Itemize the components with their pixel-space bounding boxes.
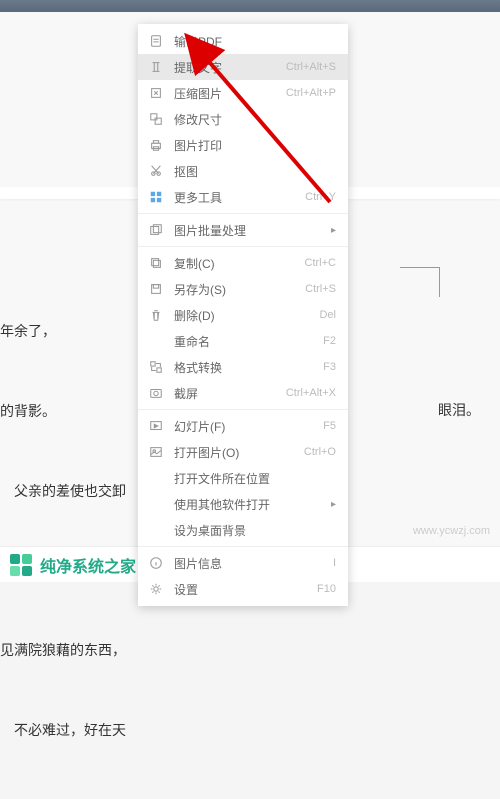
menu-item-label: 删除(D) bbox=[174, 307, 319, 324]
menu-divider bbox=[138, 409, 348, 410]
menu-item-17[interactable]: 幻灯片(F)F5 bbox=[138, 413, 348, 439]
menu-item-21[interactable]: 设为桌面背景 bbox=[138, 517, 348, 543]
menu-item-label: 压缩图片 bbox=[174, 85, 286, 102]
menu-item-label: 提取文字 bbox=[174, 59, 286, 76]
menu-item-label: 图片信息 bbox=[174, 555, 333, 572]
brand-name: 纯净系统之家 bbox=[40, 553, 136, 577]
open-icon bbox=[148, 444, 164, 460]
menu-item-0[interactable]: 输出PDF bbox=[138, 28, 348, 54]
copy-icon bbox=[148, 255, 164, 271]
compress-icon bbox=[148, 85, 164, 101]
menu-item-2[interactable]: 压缩图片Ctrl+Alt+P bbox=[138, 80, 348, 106]
menu-item-label: 打开文件所在位置 bbox=[174, 470, 336, 487]
menu-item-4[interactable]: 图片打印 bbox=[138, 132, 348, 158]
menu-item-label: 图片打印 bbox=[174, 137, 336, 154]
menu-divider bbox=[138, 546, 348, 547]
menu-item-13[interactable]: 重命名F2 bbox=[138, 328, 348, 354]
menu-item-11[interactable]: 另存为(S)Ctrl+S bbox=[138, 276, 348, 302]
menu-item-23[interactable]: 图片信息I bbox=[138, 550, 348, 576]
watermark: www.ycwzj.com bbox=[413, 525, 490, 537]
menu-item-label: 截屏 bbox=[174, 385, 286, 402]
screenshot-icon bbox=[148, 385, 164, 401]
submenu-arrow-icon: ▸ bbox=[331, 499, 336, 510]
menu-item-label: 打开图片(O) bbox=[174, 444, 304, 461]
menu-item-label: 更多工具 bbox=[174, 189, 305, 206]
menu-item-24[interactable]: 设置F10 bbox=[138, 576, 348, 602]
text-line: 见满院狼藉的东西， bbox=[0, 639, 126, 666]
menu-item-1[interactable]: 提取文字Ctrl+Alt+S bbox=[138, 54, 348, 80]
crop-mark bbox=[400, 267, 440, 297]
content-area: 年余了， 的背影。 父亲的差使也交卸 我从北京到徐州， 见满院狼藉的东西， 不必… bbox=[0, 12, 500, 582]
grid-icon bbox=[148, 189, 164, 205]
pdf-icon bbox=[148, 33, 164, 49]
menu-divider bbox=[138, 246, 348, 247]
info-icon bbox=[148, 555, 164, 571]
text-line: 不必难过，好在天 bbox=[0, 719, 126, 746]
menu-item-shortcut: Del bbox=[319, 309, 336, 321]
submenu-arrow-icon: ▸ bbox=[331, 225, 336, 236]
text-fragment: 眼泪。 bbox=[438, 400, 480, 420]
menu-item-shortcut: F5 bbox=[323, 420, 336, 432]
convert-icon bbox=[148, 359, 164, 375]
menu-item-shortcut: Ctrl+Y bbox=[305, 191, 336, 203]
menu-item-12[interactable]: 删除(D)Del bbox=[138, 302, 348, 328]
menu-item-shortcut: F2 bbox=[323, 335, 336, 347]
menu-item-5[interactable]: 抠图 bbox=[138, 158, 348, 184]
print-icon bbox=[148, 137, 164, 153]
menu-item-label: 另存为(S) bbox=[174, 281, 305, 298]
menu-item-label: 重命名 bbox=[174, 333, 323, 350]
menu-item-label: 使用其他软件打开 bbox=[174, 496, 331, 513]
menu-item-20[interactable]: 使用其他软件打开▸ bbox=[138, 491, 348, 517]
menu-item-shortcut: Ctrl+C bbox=[305, 257, 336, 269]
menu-item-label: 输出PDF bbox=[174, 33, 336, 50]
batch-icon bbox=[148, 222, 164, 238]
settings-icon bbox=[148, 581, 164, 597]
document-text: 年余了， 的背影。 父亲的差使也交卸 我从北京到徐州， 见满院狼藉的东西， 不必… bbox=[0, 267, 126, 799]
menu-divider bbox=[138, 213, 348, 214]
brand-logo-icon bbox=[10, 554, 32, 576]
menu-item-18[interactable]: 打开图片(O)Ctrl+O bbox=[138, 439, 348, 465]
menu-item-shortcut: Ctrl+O bbox=[304, 446, 336, 458]
menu-item-label: 复制(C) bbox=[174, 255, 305, 272]
menu-item-19[interactable]: 打开文件所在位置 bbox=[138, 465, 348, 491]
text-extract-icon bbox=[148, 59, 164, 75]
menu-item-shortcut: I bbox=[333, 557, 336, 569]
menu-item-shortcut: Ctrl+S bbox=[305, 283, 336, 295]
menu-item-3[interactable]: 修改尺寸 bbox=[138, 106, 348, 132]
menu-item-label: 修改尺寸 bbox=[174, 111, 336, 128]
menu-item-label: 抠图 bbox=[174, 163, 336, 180]
context-menu: 输出PDF提取文字Ctrl+Alt+S压缩图片Ctrl+Alt+P修改尺寸图片打… bbox=[138, 24, 348, 606]
text-line: 年余了， bbox=[0, 320, 126, 347]
blank-icon bbox=[148, 522, 164, 538]
cutout-icon bbox=[148, 163, 164, 179]
blank-icon bbox=[148, 496, 164, 512]
menu-item-shortcut: F3 bbox=[323, 361, 336, 373]
blank-icon bbox=[148, 470, 164, 486]
save-as-icon bbox=[148, 281, 164, 297]
menu-item-15[interactable]: 截屏Ctrl+Alt+X bbox=[138, 380, 348, 406]
menu-item-label: 格式转换 bbox=[174, 359, 323, 376]
slideshow-icon bbox=[148, 418, 164, 434]
menu-item-label: 图片批量处理 bbox=[174, 222, 331, 239]
menu-item-shortcut: Ctrl+Alt+S bbox=[286, 61, 336, 73]
menu-item-label: 幻灯片(F) bbox=[174, 418, 323, 435]
text-line: 父亲的差使也交卸 bbox=[0, 480, 126, 507]
menu-item-shortcut: Ctrl+Alt+X bbox=[286, 387, 336, 399]
menu-item-label: 设置 bbox=[174, 581, 317, 598]
blank-icon bbox=[148, 333, 164, 349]
menu-item-shortcut: F10 bbox=[317, 583, 336, 595]
menu-item-label: 设为桌面背景 bbox=[174, 522, 336, 539]
menu-item-14[interactable]: 格式转换F3 bbox=[138, 354, 348, 380]
resize-icon bbox=[148, 111, 164, 127]
menu-item-8[interactable]: 图片批量处理▸ bbox=[138, 217, 348, 243]
text-line: 的背影。 bbox=[0, 400, 126, 427]
menu-item-6[interactable]: 更多工具Ctrl+Y bbox=[138, 184, 348, 210]
window-title-bar bbox=[0, 0, 500, 12]
menu-item-shortcut: Ctrl+Alt+P bbox=[286, 87, 336, 99]
menu-item-10[interactable]: 复制(C)Ctrl+C bbox=[138, 250, 348, 276]
delete-icon bbox=[148, 307, 164, 323]
